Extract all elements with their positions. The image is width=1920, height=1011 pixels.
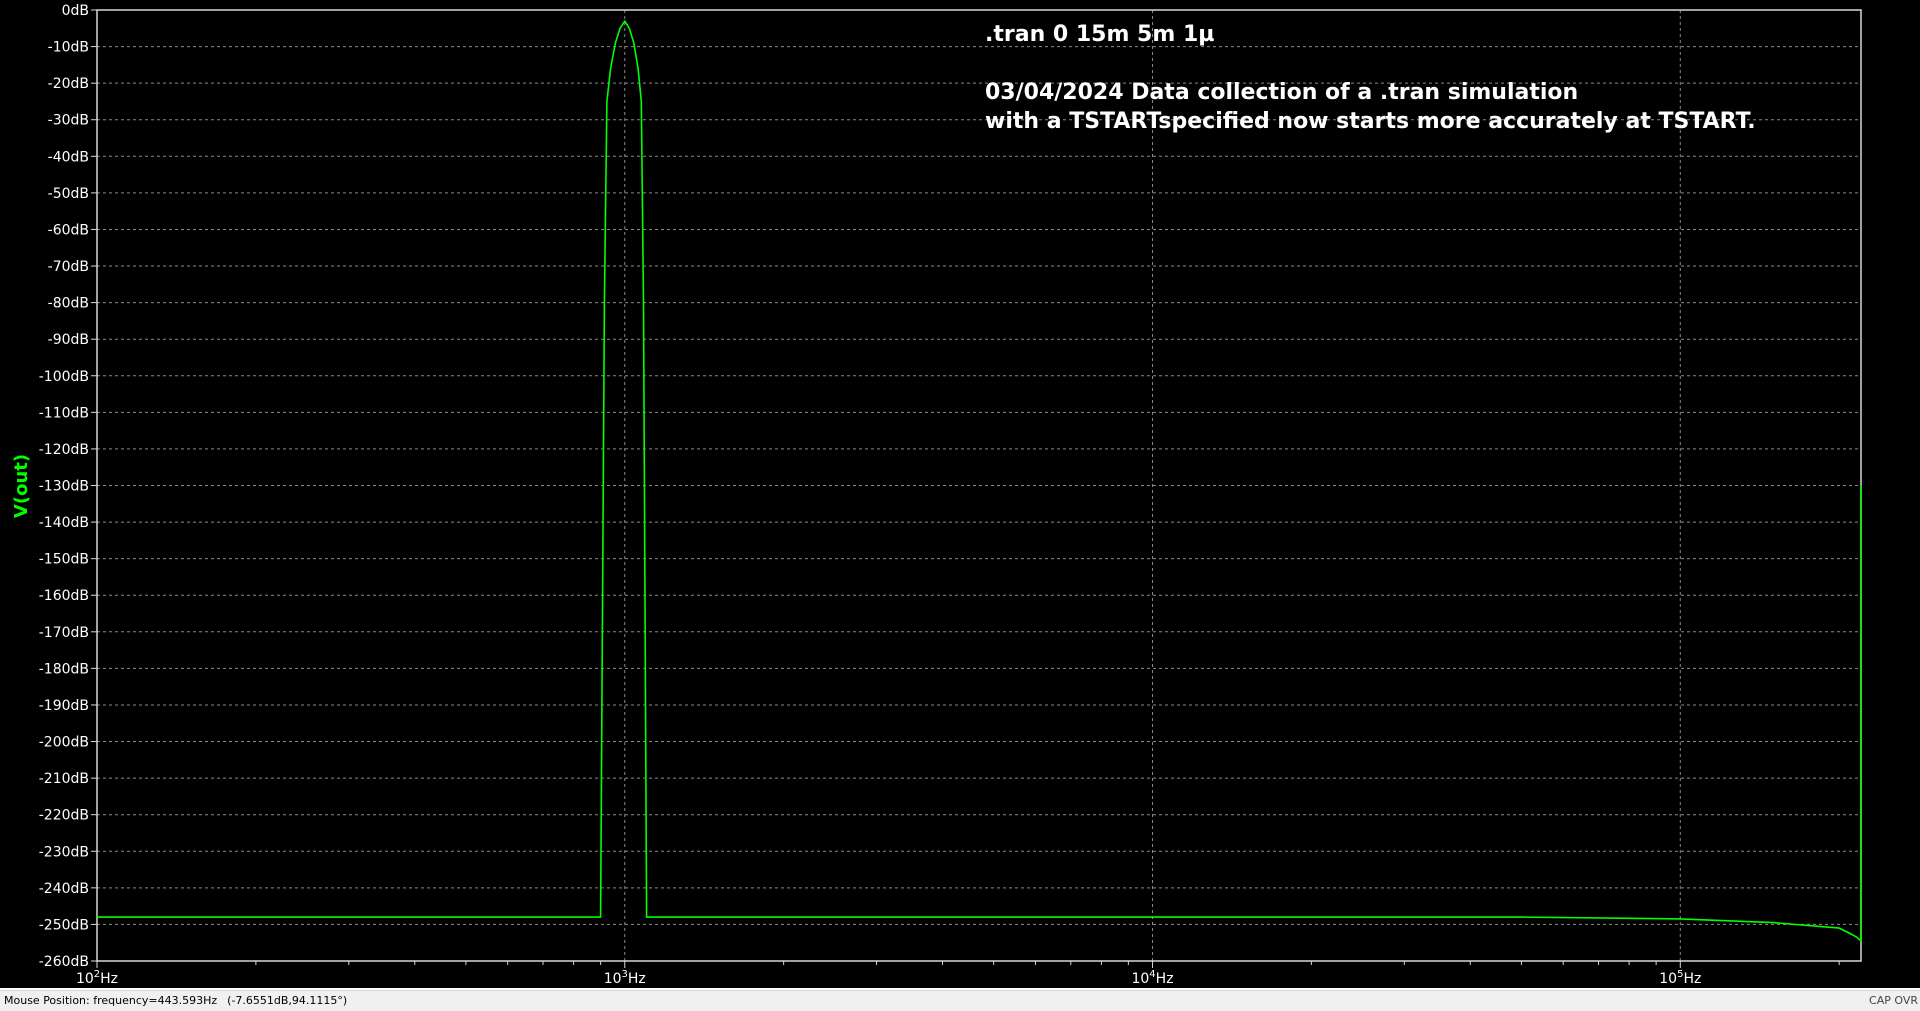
y-tick-label: -60dB (48, 222, 89, 238)
annotation-line-2[interactable]: with a TSTARTspecified now starts more a… (985, 109, 1756, 134)
y-axis-label[interactable]: V(out) (11, 454, 32, 518)
y-tick-label: -30dB (48, 113, 89, 129)
y-tick-label: -70dB (48, 259, 89, 275)
x-tick-label: 103Hz (604, 969, 646, 987)
x-tick-label: 102Hz (76, 969, 118, 987)
mouse-value: (-7.6551dB,94.1115°) (227, 994, 348, 1007)
y-tick-label: -120dB (39, 442, 89, 458)
y-tick-label: -80dB (48, 296, 89, 312)
keyboard-state-indicator: CAP OVR (1869, 994, 1918, 1007)
spice-directive[interactable]: .tran 0 15m 5m 1µ (985, 22, 1214, 47)
y-tick-label: -90dB (48, 332, 89, 348)
annotation-line-1[interactable]: 03/04/2024 Data collection of a .tran si… (985, 80, 1578, 105)
y-tick-label: -180dB (39, 661, 89, 677)
tick-layer (91, 9, 1840, 968)
y-tick-label: -50dB (48, 186, 89, 202)
y-tick-label: -100dB (39, 369, 89, 385)
y-tick-label: -210dB (39, 771, 89, 787)
y-tick-label: -240dB (39, 881, 89, 897)
y-tick-label: -40dB (48, 149, 89, 165)
x-axis-tick-labels: 102Hz 103Hz 104Hz 105Hz (76, 969, 1701, 987)
y-tick-label: 0dB (62, 3, 89, 19)
y-tick-label: -250dB (39, 917, 89, 933)
y-axis-tick-labels: 0dB -10dB -20dB -30dB -40dB -50dB -60dB -70dB -8… (39, 3, 89, 970)
grid-layer (97, 10, 1861, 961)
y-tick-label: -200dB (39, 735, 89, 751)
trace-layer (97, 20, 1862, 942)
mouse-position-readout: Mouse Position: frequency=443.593Hz (-7.6… (4, 994, 347, 1007)
y-tick-label: -20dB (48, 76, 89, 92)
y-tick-label: -110dB (39, 405, 89, 421)
y-tick-label: -220dB (39, 808, 89, 824)
bode-plot[interactable]: 0dB -10dB -20dB -30dB -40dB -50dB -60dB -70dB -8… (0, 0, 1920, 988)
x-tick-label: 104Hz (1131, 969, 1173, 987)
status-bar: Mouse Position: frequency=443.593Hz (-7.6… (0, 990, 1920, 1011)
y-tick-label: -150dB (39, 552, 89, 568)
y-tick-label: -160dB (39, 588, 89, 604)
y-tick-label: -10dB (48, 40, 89, 56)
y-tick-label: -170dB (39, 625, 89, 641)
y-tick-label: -260dB (39, 954, 89, 970)
x-tick-label: 105Hz (1659, 969, 1701, 987)
trace-v-out[interactable] (97, 20, 1862, 942)
y-tick-label: -130dB (39, 479, 89, 495)
y-tick-label: -230dB (39, 844, 89, 860)
y-tick-label: -140dB (39, 515, 89, 531)
waveform-viewer-window: 0dB -10dB -20dB -30dB -40dB -50dB -60dB -70dB -8… (0, 0, 1920, 1011)
plot-pane[interactable]: 0dB -10dB -20dB -30dB -40dB -50dB -60dB -70dB -8… (0, 0, 1920, 988)
y-tick-label: -190dB (39, 698, 89, 714)
mouse-frequency: Mouse Position: frequency=443.593Hz (4, 994, 218, 1007)
